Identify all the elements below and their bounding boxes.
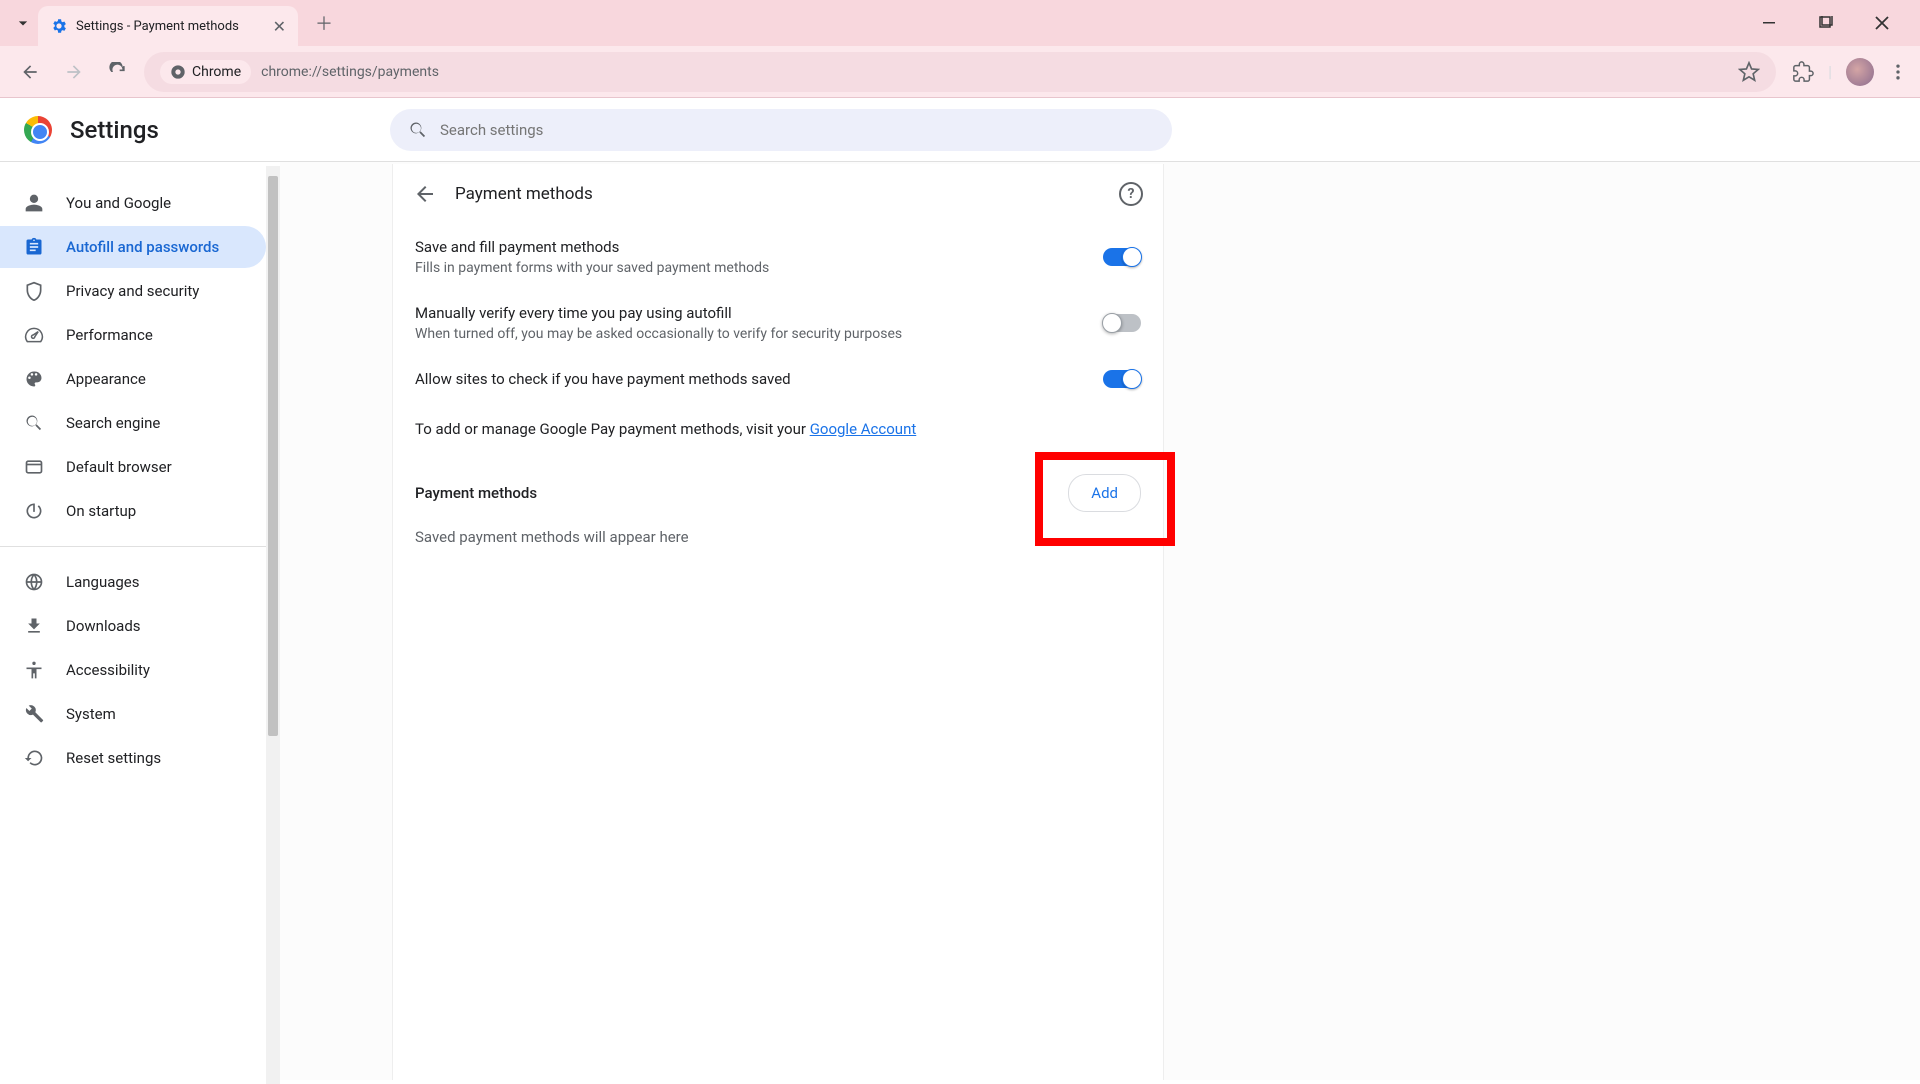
person-icon	[24, 193, 46, 213]
maximize-icon[interactable]	[1808, 5, 1844, 41]
tab-title: Settings - Payment methods	[76, 19, 239, 34]
site-chip-label: Chrome	[192, 64, 241, 80]
sidebar-scrollbar[interactable]	[266, 166, 280, 1084]
back-arrow-icon[interactable]	[413, 182, 437, 206]
sidebar-item-you-and-google[interactable]: You and Google	[0, 182, 266, 224]
wrench-icon	[24, 704, 46, 724]
chrome-icon	[170, 64, 186, 80]
sidebar-item-label: Autofill and passwords	[66, 238, 219, 256]
palette-icon	[24, 369, 46, 389]
sidebar-item-search-engine[interactable]: Search engine	[0, 402, 266, 444]
browser-window-icon	[24, 457, 46, 477]
google-account-link[interactable]: Google Account	[810, 420, 917, 438]
gpay-prefix: To add or manage Google Pay payment meth…	[415, 420, 810, 438]
sidebar-item-reset[interactable]: Reset settings	[0, 737, 266, 779]
settings-title: Settings	[70, 116, 159, 144]
add-button[interactable]: Add	[1068, 474, 1141, 512]
clipboard-icon	[24, 237, 46, 257]
sidebar-item-autofill[interactable]: Autofill and passwords	[0, 226, 266, 268]
speedometer-icon	[24, 325, 46, 345]
setting-row-save-fill: Save and fill payment methods Fills in p…	[393, 224, 1163, 290]
sidebar-item-appearance[interactable]: Appearance	[0, 358, 266, 400]
forward-icon[interactable]	[56, 54, 92, 90]
settings-panel: Payment methods ? Save and fill payment …	[392, 164, 1164, 1080]
history-icon	[24, 748, 46, 768]
sidebar-item-label: Downloads	[66, 617, 141, 635]
toggle-allow-sites[interactable]	[1103, 370, 1141, 388]
power-icon	[24, 501, 46, 521]
setting-row-allow-sites: Allow sites to check if you have payment…	[393, 356, 1163, 402]
row-subtitle: Fills in payment forms with your saved p…	[415, 260, 1103, 276]
sidebar-item-label: Languages	[66, 573, 140, 591]
toggle-verify[interactable]	[1103, 314, 1141, 332]
tab-search-dropdown-icon[interactable]	[8, 8, 38, 38]
sidebar-item-accessibility[interactable]: Accessibility	[0, 649, 266, 691]
chrome-logo-icon	[24, 116, 52, 144]
bookmark-star-icon[interactable]	[1738, 61, 1760, 83]
gear-icon	[50, 17, 68, 35]
sidebar-divider	[0, 546, 266, 547]
sidebar-item-label: Performance	[66, 326, 153, 344]
panel-header: Payment methods ?	[393, 164, 1163, 224]
toggle-save-fill[interactable]	[1103, 248, 1141, 266]
search-icon	[24, 413, 46, 433]
setting-row-verify: Manually verify every time you pay using…	[393, 290, 1163, 356]
search-input[interactable]	[440, 121, 1154, 139]
row-title: Allow sites to check if you have payment…	[415, 370, 1103, 388]
settings-header: Settings	[0, 98, 1920, 162]
settings-sidebar: You and Google Autofill and passwords Pr…	[0, 162, 266, 1080]
browser-toolbar: Chrome chrome://settings/payments |	[0, 46, 1920, 98]
google-pay-info: To add or manage Google Pay payment meth…	[393, 402, 1163, 456]
sidebar-item-on-startup[interactable]: On startup	[0, 490, 266, 532]
sidebar-item-downloads[interactable]: Downloads	[0, 605, 266, 647]
back-icon[interactable]	[12, 54, 48, 90]
search-settings-bar[interactable]	[390, 109, 1172, 151]
sidebar-item-privacy[interactable]: Privacy and security	[0, 270, 266, 312]
search-icon	[408, 120, 428, 140]
minimize-icon[interactable]	[1752, 5, 1788, 41]
reload-icon[interactable]	[100, 54, 136, 90]
shield-icon	[24, 281, 46, 301]
sidebar-item-label: System	[66, 705, 116, 723]
sidebar-item-languages[interactable]: Languages	[0, 561, 266, 603]
main-content: Payment methods ? Save and fill payment …	[280, 162, 1920, 1080]
sidebar-item-label: Privacy and security	[66, 282, 199, 300]
tab-strip: Settings - Payment methods ✕ ＋	[0, 0, 1920, 46]
accessibility-icon	[24, 660, 46, 680]
sidebar-item-system[interactable]: System	[0, 693, 266, 735]
section-title: Payment methods	[415, 484, 537, 502]
sidebar-item-label: Appearance	[66, 370, 146, 388]
sidebar-item-label: Accessibility	[66, 661, 150, 679]
site-chip[interactable]: Chrome	[160, 60, 251, 84]
close-tab-icon[interactable]: ✕	[273, 17, 286, 36]
browser-tab[interactable]: Settings - Payment methods ✕	[38, 6, 298, 46]
row-title: Save and fill payment methods	[415, 238, 1103, 256]
panel-title: Payment methods	[455, 184, 593, 204]
sidebar-item-label: Search engine	[66, 414, 160, 432]
close-window-icon[interactable]	[1864, 5, 1900, 41]
extensions-icon[interactable]	[1792, 61, 1814, 83]
sidebar-item-label: On startup	[66, 502, 136, 520]
sidebar-item-performance[interactable]: Performance	[0, 314, 266, 356]
profile-avatar[interactable]	[1846, 58, 1874, 86]
empty-state-message: Saved payment methods will appear here	[393, 522, 1163, 566]
sidebar-item-default-browser[interactable]: Default browser	[0, 446, 266, 488]
window-controls	[1752, 5, 1920, 41]
row-title: Manually verify every time you pay using…	[415, 304, 1103, 322]
sidebar-item-label: Reset settings	[66, 749, 161, 767]
payment-methods-section-head: Payment methods Add	[393, 456, 1163, 522]
row-subtitle: When turned off, you may be asked occasi…	[415, 326, 1103, 342]
sidebar-item-label: You and Google	[66, 194, 171, 212]
address-bar[interactable]: Chrome chrome://settings/payments	[144, 52, 1776, 92]
more-menu-icon[interactable]	[1888, 62, 1908, 82]
download-icon	[24, 616, 46, 636]
sidebar-item-label: Default browser	[66, 458, 172, 476]
help-icon[interactable]: ?	[1119, 182, 1143, 206]
globe-icon	[24, 572, 46, 592]
url-text: chrome://settings/payments	[261, 64, 439, 80]
new-tab-button[interactable]: ＋	[310, 9, 338, 37]
